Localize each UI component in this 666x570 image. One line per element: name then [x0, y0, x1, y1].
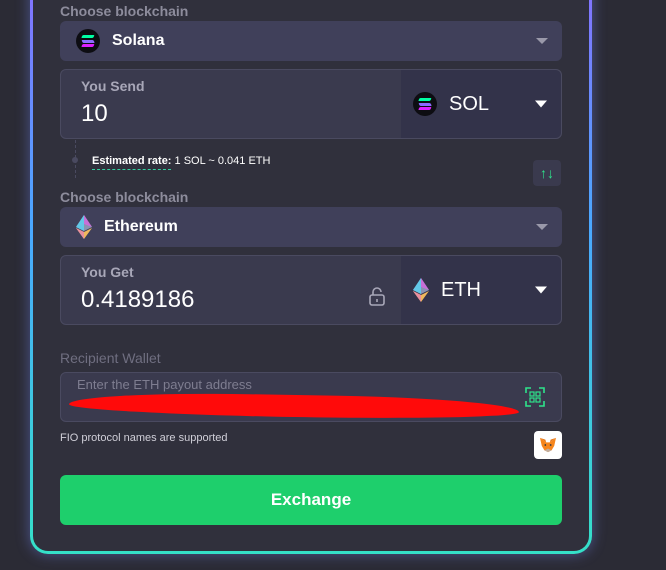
- receive-chain-label: Choose blockchain: [60, 189, 189, 205]
- rate-dot: [72, 157, 78, 163]
- chevron-down-icon: [536, 38, 548, 44]
- rate-label[interactable]: Estimated rate:: [92, 155, 172, 170]
- rate-value: 1 SOL ~ 0.041 ETH: [174, 155, 271, 167]
- qr-scan-icon[interactable]: [525, 387, 545, 407]
- send-chain-select[interactable]: Solana: [60, 21, 562, 61]
- send-currency-select[interactable]: SOL: [401, 70, 561, 138]
- receive-amount-box: You Get 0.4189186 ETH: [60, 255, 562, 325]
- exchange-button[interactable]: Exchange: [60, 475, 562, 525]
- chevron-down-icon: [536, 224, 548, 230]
- unlock-icon[interactable]: [367, 286, 387, 306]
- send-amount-box: You Send 10 SOL: [60, 69, 562, 139]
- solana-icon: [413, 92, 437, 116]
- receive-amount-label: You Get: [81, 264, 134, 280]
- wallet-placeholder: Enter the ETH payout address: [77, 377, 252, 392]
- redaction-mark: [68, 391, 520, 421]
- chevron-down-icon: [535, 100, 547, 108]
- receive-chain-name: Ethereum: [104, 218, 178, 235]
- receive-chain-select[interactable]: Ethereum: [60, 207, 562, 247]
- swap-button[interactable]: ↑↓: [533, 160, 561, 186]
- estimated-rate: Estimated rate: 1 SOL ~ 0.041 ETH: [92, 155, 271, 170]
- ethereum-icon: [76, 215, 92, 239]
- send-amount-input[interactable]: 10: [81, 100, 108, 128]
- swap-arrows-icon: ↑↓: [540, 165, 554, 181]
- receive-amount-value: 0.4189186: [81, 286, 195, 313]
- send-ticker: SOL: [449, 92, 490, 115]
- recipient-wallet-input[interactable]: Enter the ETH payout address: [60, 372, 562, 422]
- fio-note: FIO protocol names are supported: [60, 432, 228, 444]
- ethereum-icon: [413, 278, 429, 302]
- recipient-wallet-label: Recipient Wallet: [60, 350, 161, 366]
- chevron-down-icon: [535, 286, 547, 294]
- send-amount-label: You Send: [81, 78, 145, 94]
- metamask-fox-icon: [540, 437, 556, 453]
- send-chain-label: Choose blockchain: [60, 3, 189, 19]
- receive-ticker: ETH: [441, 278, 481, 301]
- send-chain-name: Solana: [112, 32, 165, 49]
- metamask-button[interactable]: [534, 431, 562, 459]
- solana-icon: [76, 29, 100, 53]
- receive-currency-select[interactable]: ETH: [401, 256, 561, 324]
